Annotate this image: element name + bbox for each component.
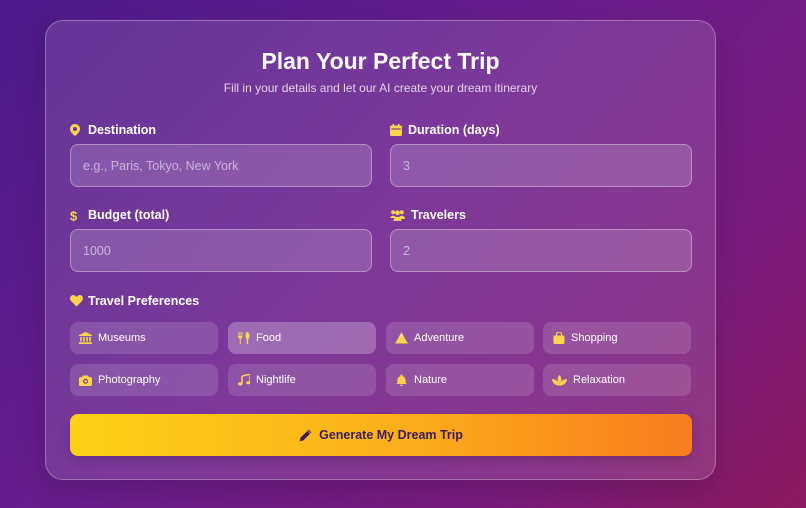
pref-label: Photography bbox=[98, 374, 161, 386]
budget-label: $ Budget (total) bbox=[70, 207, 169, 223]
duration-label-text: Duration (days) bbox=[408, 123, 500, 137]
page-title: Plan Your Perfect Trip bbox=[261, 48, 500, 74]
budget-input[interactable] bbox=[70, 229, 372, 272]
leaf-icon bbox=[395, 374, 408, 386]
camera-icon bbox=[79, 374, 92, 386]
pref-label: Adventure bbox=[414, 332, 465, 344]
destination-input[interactable] bbox=[70, 144, 372, 187]
pref-adventure[interactable]: Adventure bbox=[386, 322, 534, 354]
heart-icon bbox=[70, 295, 83, 307]
budget-label-text: Budget (total) bbox=[88, 208, 170, 222]
pref-shopping[interactable]: Shopping bbox=[543, 322, 691, 354]
preferences-label-text: Travel Preferences bbox=[88, 294, 200, 308]
pref-label: Food bbox=[256, 332, 282, 344]
duration-label: Duration (days) bbox=[390, 122, 500, 138]
pref-food[interactable]: Food bbox=[228, 322, 376, 354]
travelers-label-text: Travelers bbox=[411, 208, 466, 222]
pref-photography[interactable]: Photography bbox=[70, 364, 218, 396]
pref-nature[interactable]: Nature bbox=[386, 364, 534, 396]
svg-text:$: $ bbox=[70, 209, 78, 222]
shopping-bag-icon bbox=[552, 332, 565, 344]
museum-icon bbox=[79, 332, 92, 344]
pref-label: Museums bbox=[98, 332, 146, 344]
pref-nightlife[interactable]: Nightlife bbox=[228, 364, 376, 396]
generate-trip-label: Generate My Dream Trip bbox=[319, 428, 463, 442]
map-pin-icon bbox=[70, 124, 82, 136]
pref-label: Relaxation bbox=[573, 374, 625, 386]
spa-icon bbox=[552, 374, 567, 386]
destination-label-text: Destination bbox=[88, 123, 157, 137]
page-subtitle: Fill in your details and let our AI crea… bbox=[223, 81, 538, 95]
pref-label: Shopping bbox=[571, 332, 618, 344]
utensils-icon bbox=[237, 332, 250, 344]
pencil-icon bbox=[299, 429, 312, 442]
pref-museums[interactable]: Museums bbox=[70, 322, 218, 354]
pref-label: Nightlife bbox=[256, 374, 296, 386]
destination-label: Destination bbox=[70, 122, 156, 138]
pref-label: Nature bbox=[414, 374, 448, 386]
dollar-icon: $ bbox=[70, 209, 82, 222]
generate-trip-button[interactable]: Generate My Dream Trip bbox=[70, 414, 692, 456]
preferences-label: Travel Preferences bbox=[70, 293, 199, 309]
music-icon bbox=[237, 374, 250, 386]
users-icon bbox=[390, 209, 405, 221]
duration-input[interactable] bbox=[390, 144, 692, 187]
travelers-input[interactable] bbox=[390, 229, 692, 272]
calendar-icon bbox=[390, 124, 402, 136]
mountain-icon bbox=[395, 332, 408, 344]
trip-planner-card: Plan Your Perfect Trip Fill in your deta… bbox=[45, 20, 716, 480]
pref-relaxation[interactable]: Relaxation bbox=[543, 364, 691, 396]
travelers-label: Travelers bbox=[390, 207, 466, 223]
